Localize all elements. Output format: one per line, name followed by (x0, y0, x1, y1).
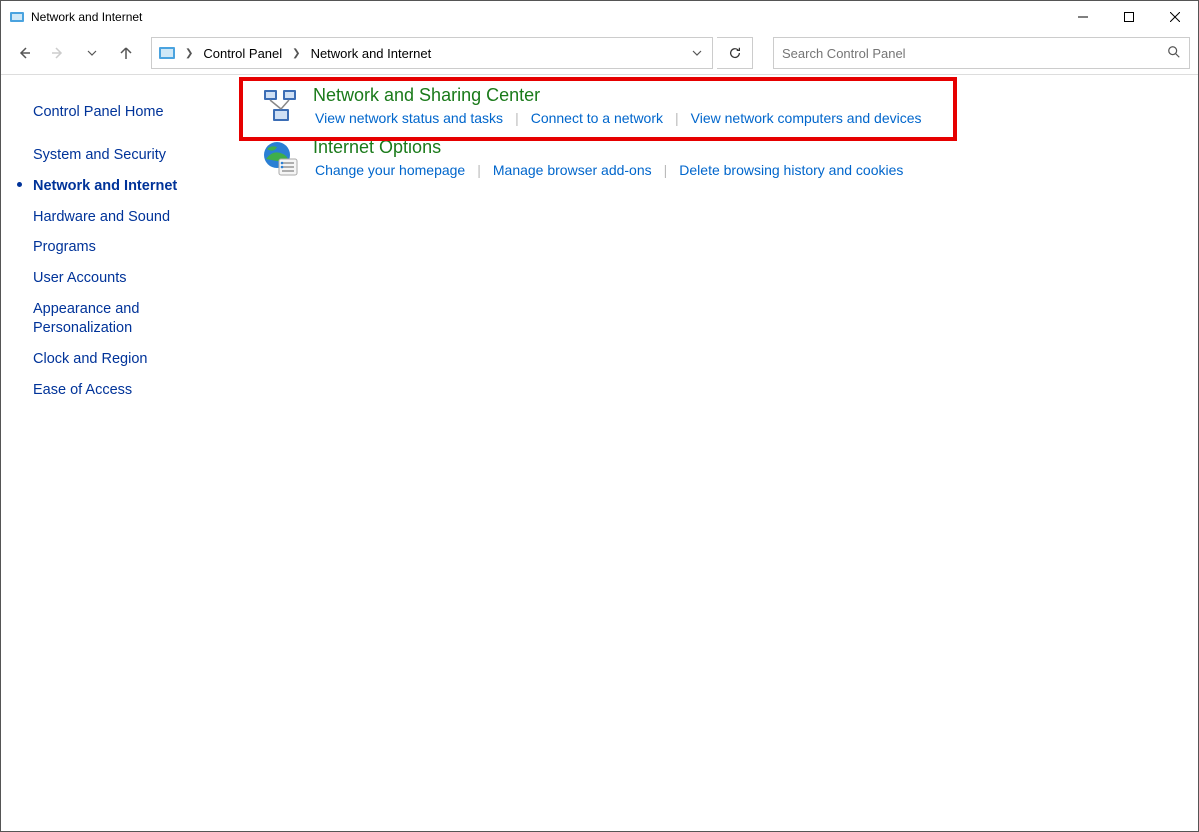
address-bar[interactable]: ❯ Control Panel ❯ Network and Internet (151, 37, 713, 69)
maximize-button[interactable] (1106, 1, 1152, 32)
sidebar-item-ease-of-access[interactable]: Ease of Access (33, 375, 231, 406)
breadcrumb-control-panel[interactable]: Control Panel (200, 46, 285, 61)
sidebar-item-network-internet[interactable]: Network and Internet (33, 171, 231, 202)
sublinks-internet-options: Change your homepage | Manage browser ad… (313, 162, 905, 178)
chevron-right-icon[interactable]: ❯ (178, 48, 200, 59)
sidebar-item-user-accounts[interactable]: User Accounts (33, 263, 231, 294)
navbar: ❯ Control Panel ❯ Network and Internet (1, 32, 1198, 74)
section-title-internet-options[interactable]: Internet Options (313, 137, 905, 158)
link-view-network-status[interactable]: View network status and tasks (313, 110, 505, 126)
sidebar-item-clock-region[interactable]: Clock and Region (33, 344, 231, 375)
window-title: Network and Internet (31, 10, 142, 24)
sidebar-item-system-security[interactable]: System and Security (33, 140, 231, 171)
search-icon[interactable] (1167, 45, 1181, 62)
section-network-sharing-center: Network and Sharing Center View network … (261, 85, 1178, 127)
address-dropdown[interactable] (682, 38, 712, 68)
window: Network and Internet (0, 0, 1199, 832)
back-button[interactable] (9, 38, 39, 68)
link-view-network-devices[interactable]: View network computers and devices (689, 110, 924, 126)
forward-button[interactable] (43, 38, 73, 68)
sidebar-item-control-panel-home[interactable]: Control Panel Home (33, 97, 231, 128)
link-delete-history[interactable]: Delete browsing history and cookies (677, 162, 905, 178)
internet-options-icon (261, 139, 301, 179)
separator: | (505, 110, 529, 126)
main-content: Network and Sharing Center View network … (241, 75, 1198, 831)
separator: | (467, 162, 491, 178)
refresh-button[interactable] (717, 37, 753, 69)
section-internet-options: Internet Options Change your homepage | … (261, 137, 1178, 179)
breadcrumb-icon (156, 42, 178, 64)
search-input[interactable] (782, 46, 1167, 61)
titlebar: Network and Internet (1, 1, 1198, 32)
window-controls (1060, 1, 1198, 32)
separator: | (654, 162, 678, 178)
section-title-network-sharing[interactable]: Network and Sharing Center (313, 85, 924, 106)
search-box[interactable] (773, 37, 1190, 69)
body-area: Control Panel Home System and Security N… (1, 75, 1198, 831)
recent-locations-button[interactable] (77, 38, 107, 68)
sublinks-network-sharing: View network status and tasks | Connect … (313, 110, 924, 126)
link-change-homepage[interactable]: Change your homepage (313, 162, 467, 178)
link-connect-network[interactable]: Connect to a network (529, 110, 665, 126)
minimize-button[interactable] (1060, 1, 1106, 32)
sidebar-item-appearance-personalization[interactable]: Appearance and Personalization (33, 294, 231, 344)
control-panel-icon (9, 9, 25, 25)
up-button[interactable] (111, 38, 141, 68)
sidebar-item-programs[interactable]: Programs (33, 232, 231, 263)
separator: | (665, 110, 689, 126)
network-sharing-icon (261, 87, 301, 127)
sidebar-item-hardware-sound[interactable]: Hardware and Sound (33, 202, 231, 233)
chevron-right-icon[interactable]: ❯ (285, 48, 307, 59)
breadcrumb-network-internet[interactable]: Network and Internet (308, 46, 435, 61)
close-button[interactable] (1152, 1, 1198, 32)
sidebar: Control Panel Home System and Security N… (1, 75, 241, 831)
link-manage-addons[interactable]: Manage browser add-ons (491, 162, 654, 178)
